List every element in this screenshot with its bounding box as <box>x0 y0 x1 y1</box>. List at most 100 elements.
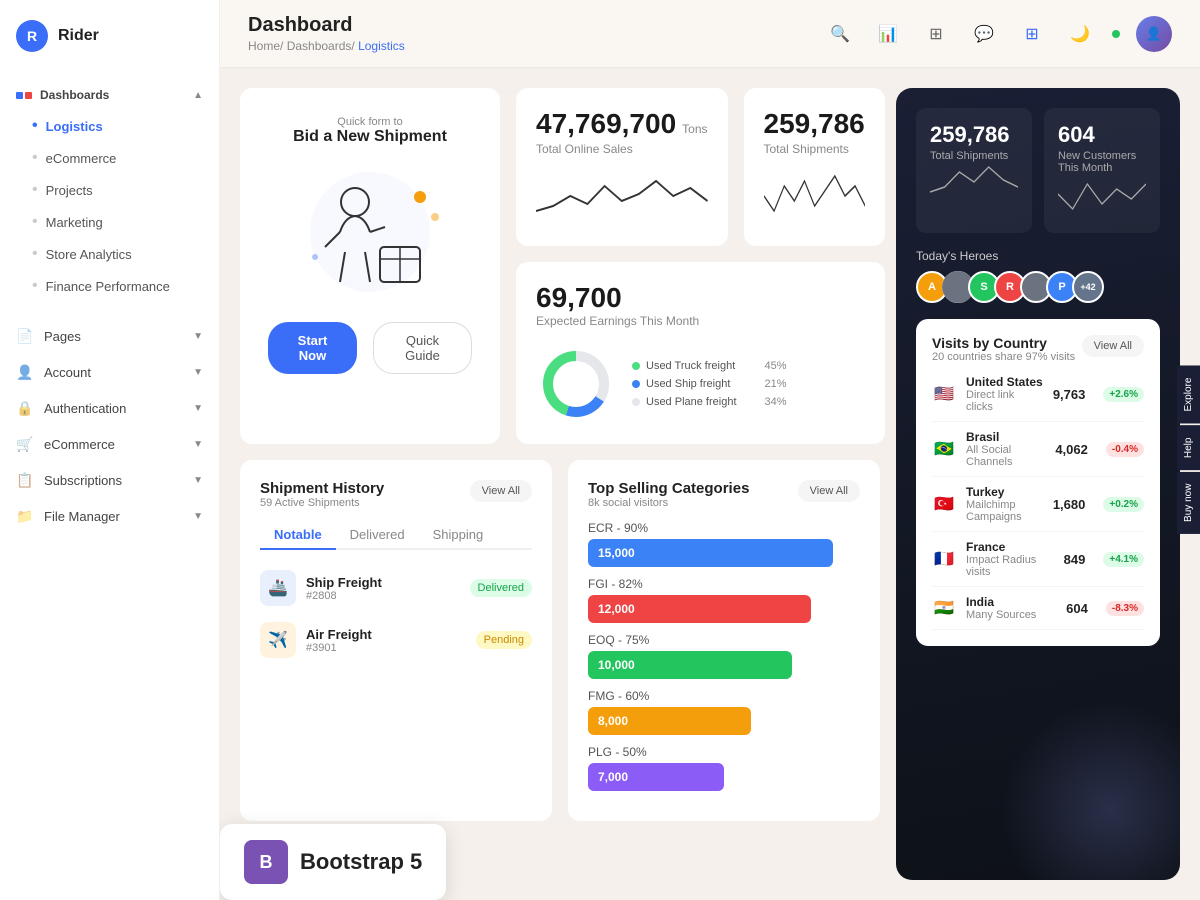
buy-now-button[interactable]: Buy now <box>1177 472 1200 534</box>
dark-blob <box>1000 700 1180 880</box>
freight-legend: Used Truck freight 45% Used Ship freight <box>632 360 787 408</box>
country-source: All Social Channels <box>966 444 1045 468</box>
dark-mode-icon[interactable]: 🌙 <box>1064 18 1096 50</box>
visits-view-all[interactable]: View All <box>1082 335 1144 357</box>
heroes-label: Today's Heroes <box>916 249 1160 263</box>
top-selling-card: Top Selling Categories 8k social visitor… <box>568 460 880 821</box>
country-source: Direct link clicks <box>966 389 1043 413</box>
bottom-stats-row: 69,700 Expected Earnings This Month <box>516 262 885 444</box>
legend-ship: Used Ship freight 21% <box>632 378 787 390</box>
donut-chart <box>536 344 616 424</box>
air-freight-status: Pending <box>476 631 532 649</box>
right-stats-grid: 259,786 Total Shipments 604 New Customer… <box>916 108 1160 233</box>
country-row: 🇺🇸 United States Direct link clicks 9,76… <box>932 367 1144 422</box>
hero-avatar-more: +42 <box>1072 271 1104 303</box>
ship-dot <box>632 380 640 388</box>
top-selling-subtitle: 8k social visitors <box>588 497 749 509</box>
tab-notable[interactable]: Notable <box>260 521 336 550</box>
bar-track: 10,000 <box>588 651 792 679</box>
flag-icon: 🇫🇷 <box>932 550 956 568</box>
dashboards-group-title: Dashboards <box>16 88 109 102</box>
quick-form-subtitle: Quick form to <box>337 116 402 128</box>
right-customers-label: New Customers This Month <box>1058 150 1146 174</box>
sidebar-item-account[interactable]: 👤 Account ▼ <box>0 354 219 390</box>
country-change: +2.6% <box>1103 387 1144 402</box>
bar-row: ECR - 90% 15,000 <box>588 521 860 567</box>
ecommerce-chevron: ▼ <box>193 439 203 450</box>
pages-chevron: ▼ <box>193 331 203 342</box>
visits-section: Visits by Country 20 countries share 97%… <box>916 319 1160 646</box>
chart-icon[interactable]: 📊 <box>872 18 904 50</box>
sidebar-item-authentication[interactable]: 🔒 Authentication ▼ <box>0 390 219 426</box>
flag-icon: 🇹🇷 <box>932 495 956 513</box>
sidebar-item-pages[interactable]: 📄 Pages ▼ <box>0 318 219 354</box>
dashboards-group-header[interactable]: Dashboards ▲ <box>0 80 219 110</box>
legend-truck: Used Truck freight 45% <box>632 360 787 372</box>
top-row: Quick form to Bid a New Shipment <box>240 88 880 444</box>
sidebar-item-logistics[interactable]: Logistics <box>0 110 219 142</box>
country-name: Brasil <box>966 430 1045 444</box>
sidebar-item-store-analytics[interactable]: Store Analytics <box>0 238 219 270</box>
subscriptions-chevron: ▼ <box>193 475 203 486</box>
shipment-tabs: Notable Delivered Shipping <box>260 521 532 550</box>
app-logo[interactable]: R Rider <box>0 0 219 72</box>
sidebar-item-subscriptions[interactable]: 📋 Subscriptions ▼ <box>0 462 219 498</box>
bar-track: 8,000 <box>588 707 751 735</box>
sidebar-item-marketing[interactable]: Marketing <box>0 206 219 238</box>
visits-header: Visits by Country 20 countries share 97%… <box>932 335 1144 363</box>
flag-icon: 🇧🇷 <box>932 440 956 458</box>
sidebar-item-ecommerce[interactable]: eCommerce <box>0 142 219 174</box>
country-name: France <box>966 540 1054 554</box>
side-buttons: Explore Help Buy now <box>1177 366 1200 535</box>
shipment-history-card: Shipment History 59 Active Shipments Vie… <box>240 460 552 821</box>
total-sales-unit: Tons <box>682 122 707 136</box>
help-button[interactable]: Help <box>1177 425 1200 470</box>
sidebar-item-ecommerce-nav[interactable]: 🛒 eCommerce ▼ <box>0 426 219 462</box>
status-dot <box>1112 30 1120 38</box>
bootstrap-overlay: B Bootstrap 5 <box>220 824 446 900</box>
user-avatar[interactable]: 👤 <box>1136 16 1172 52</box>
auth-chevron: ▼ <box>193 403 203 414</box>
bootstrap-icon: B <box>244 840 288 884</box>
sidebar-item-finance[interactable]: Finance Performance <box>0 270 219 302</box>
explore-button[interactable]: Explore <box>1177 366 1200 424</box>
shipment-title: Shipment History <box>260 480 384 497</box>
sidebar-item-projects[interactable]: Projects <box>0 174 219 206</box>
shipment-view-all[interactable]: View All <box>470 480 532 502</box>
sidebar-item-file-manager[interactable]: 📁 File Manager ▼ <box>0 498 219 534</box>
search-icon[interactable]: 🔍 <box>824 18 856 50</box>
quick-guide-button[interactable]: Quick Guide <box>373 322 472 374</box>
topbar-title-area: Dashboard Home/ Dashboards/ Logistics <box>248 14 405 53</box>
illustration <box>290 162 450 302</box>
tab-shipping[interactable]: Shipping <box>419 521 498 550</box>
dashboards-chevron: ▲ <box>193 90 203 101</box>
content-left: Quick form to Bid a New Shipment <box>240 88 880 880</box>
top-selling-view-all[interactable]: View All <box>798 480 860 502</box>
plane-dot <box>632 398 640 406</box>
shipment-item-1: 🚢 Ship Freight #2808 Delivered <box>260 562 532 614</box>
apps-icon[interactable]: ⊞ <box>920 18 952 50</box>
country-name: India <box>966 595 1056 609</box>
ecommerce-icon: 🛒 <box>16 435 34 453</box>
total-shipments-chart <box>764 166 865 226</box>
quick-form-buttons: Start Now Quick Guide <box>268 322 472 374</box>
country-row: 🇧🇷 Brasil All Social Channels 4,062 -0.4… <box>932 422 1144 477</box>
heroes-section: Today's Heroes A S R P +42 <box>916 249 1160 303</box>
chat-icon[interactable]: 💬 <box>968 18 1000 50</box>
nav-section: 📄 Pages ▼ 👤 Account ▼ 🔒 Authentication ▼… <box>0 310 219 542</box>
tab-delivered[interactable]: Delivered <box>336 521 419 550</box>
country-change: +4.1% <box>1103 552 1144 567</box>
app-name: Rider <box>58 27 99 45</box>
total-sales-card: 47,769,700 Tons Total Online Sales <box>516 88 728 246</box>
shipment-item-2: ✈️ Air Freight #3901 Pending <box>260 614 532 666</box>
country-change: -0.4% <box>1106 442 1144 457</box>
main-area: Dashboard Home/ Dashboards/ Logistics 🔍 … <box>220 0 1200 900</box>
start-now-button[interactable]: Start Now <box>268 322 357 374</box>
breadcrumb: Home/ Dashboards/ Logistics <box>248 39 405 53</box>
country-source: Mailchimp Campaigns <box>966 499 1043 523</box>
country-row: 🇮🇳 India Many Sources 604 -8.3% <box>932 587 1144 630</box>
grid-icon[interactable]: ⊞ <box>1016 18 1048 50</box>
country-change: +0.2% <box>1103 497 1144 512</box>
total-sales-value: 47,769,700 <box>536 108 676 140</box>
country-name: Turkey <box>966 485 1043 499</box>
